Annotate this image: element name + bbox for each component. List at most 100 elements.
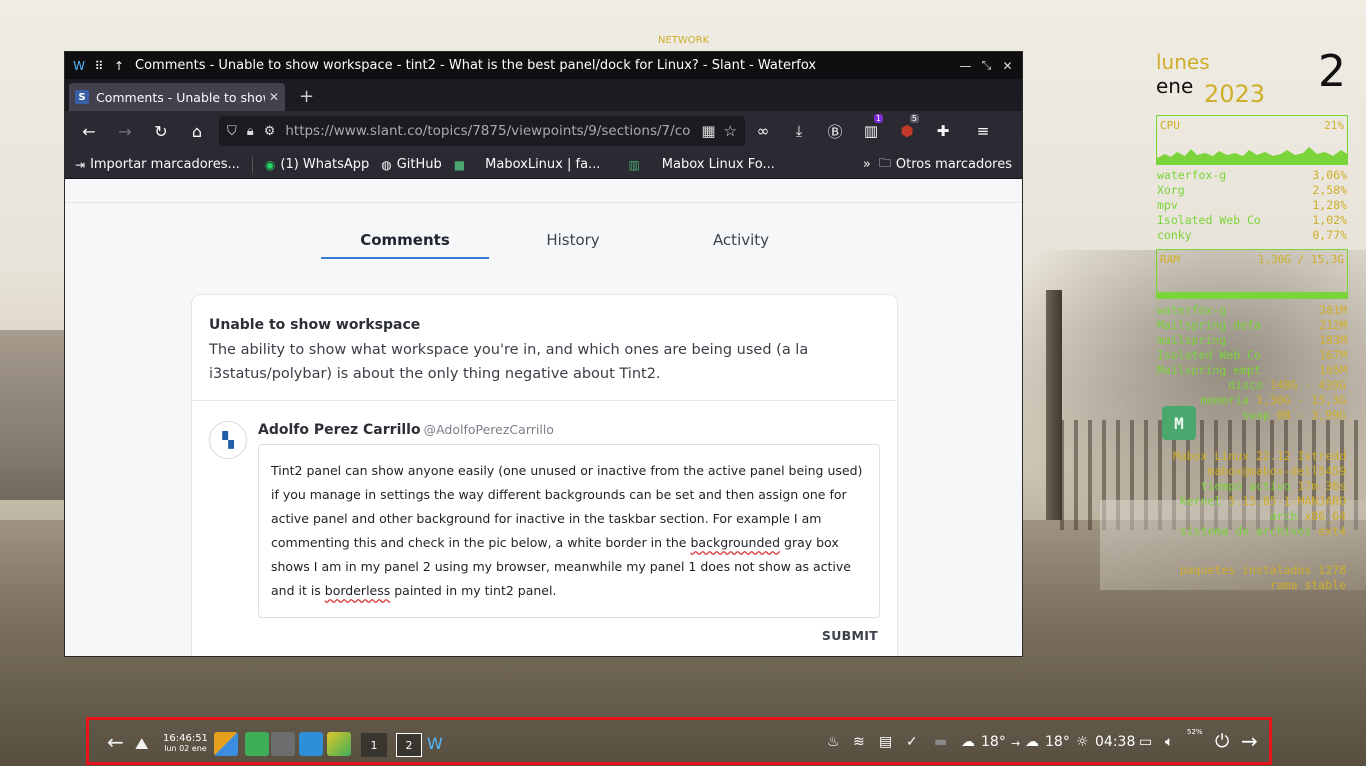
arrow-icon: →	[1011, 737, 1021, 750]
bookmark-whatsapp[interactable]: ◉ (1) WhatsApp	[265, 157, 369, 172]
volume-icon[interactable]: 🔈︎	[1165, 734, 1173, 750]
branch: rama stable	[1269, 578, 1346, 592]
back-icon[interactable]: ←	[71, 122, 107, 141]
bookmark-import[interactable]: ⇥ Importar marcadores...	[75, 157, 240, 172]
cpu-proc-row: waterfox-g 3,06%	[1157, 168, 1347, 182]
ram-graph: RAM 1,30G / 15,3G	[1156, 249, 1348, 299]
comment-card: Unable to show workspace The ability to …	[191, 294, 898, 656]
swap-usage: swap 0B - 3,99G	[1242, 408, 1346, 422]
display-icon[interactable]: ▬	[934, 734, 947, 750]
back-arrow-icon[interactable]: ←	[107, 730, 124, 754]
avatar[interactable]: ▚	[209, 421, 247, 459]
conky-date: 2	[1318, 46, 1346, 97]
bookmarks-overflow-icon[interactable]: »	[863, 157, 871, 172]
waterfox-task-icon[interactable]: W	[427, 734, 443, 753]
reload-icon[interactable]: ↻	[143, 122, 179, 141]
private-mask-icon[interactable]: ∞	[745, 122, 781, 140]
mabox-logo: M	[1162, 406, 1196, 440]
new-tab-icon[interactable]: +	[299, 86, 314, 107]
linux-tux-icon[interactable]: ⛰	[135, 734, 148, 754]
comment-handle[interactable]: @AdolfoPerezCarrillo	[424, 422, 554, 437]
comment-textarea[interactable]: Tint2 panel can show anyone easily (one …	[258, 444, 880, 618]
bookmark-separator	[251, 156, 253, 173]
whatsapp-icon: ◉	[264, 157, 276, 172]
host-name: mabox@mabox-dell5459	[1207, 464, 1346, 478]
github-icon: ◍	[381, 157, 392, 172]
comment-author[interactable]: Adolfo Perez Carrillo	[258, 422, 421, 438]
qr-code-icon[interactable]: ▦	[701, 122, 715, 140]
screenshot-launcher-icon[interactable]	[271, 732, 295, 756]
forward-icon[interactable]: →	[107, 122, 143, 141]
tab-comments[interactable]: Comments	[321, 231, 489, 259]
bookmark-star-icon[interactable]: ☆	[724, 122, 737, 140]
extensions-icon[interactable]: ✚	[925, 122, 961, 140]
mabox-forum-icon: ▥	[628, 157, 640, 172]
maximize-icon[interactable]: ⤡	[976, 58, 997, 73]
workspace-1[interactable]: 1	[361, 733, 387, 757]
terminal-launcher-icon[interactable]	[245, 732, 269, 756]
extension-b-icon[interactable]: Ⓑ	[817, 121, 853, 142]
clock[interactable]: 16:46:51 lun 02 ene	[163, 734, 208, 754]
import-icon: ⇥	[75, 157, 86, 172]
cpu-usage-graph	[1157, 147, 1347, 164]
permissions-icon[interactable]: ⚙	[264, 124, 276, 139]
extension-badge: 1	[873, 114, 883, 123]
slant-favicon: S	[75, 90, 89, 104]
uptime: tiempo activo 17m 36s	[1200, 479, 1346, 493]
memory-usage: memoria 1,30G - 15,3G	[1200, 393, 1346, 407]
minimize-icon[interactable]: —	[955, 59, 976, 73]
grid-menu-icon[interactable]: ⠿	[89, 59, 109, 73]
tab-history[interactable]: History	[489, 231, 657, 259]
printer-icon[interactable]: ▤	[879, 734, 892, 750]
window-titlebar[interactable]: W ⠿ ↑ Comments - Unable to show workspac…	[65, 52, 1022, 79]
shield-icon[interactable]: ⛉	[227, 124, 237, 139]
conky-month: ene	[1156, 74, 1194, 98]
downloads-icon[interactable]: ⤓	[781, 122, 817, 140]
ublock-icon[interactable]: ⬢ 5	[889, 114, 925, 140]
mem-proc-row: Mailspring defa 212M	[1157, 318, 1347, 332]
menu-icon[interactable]: ≡	[965, 122, 1001, 140]
bookmark-mabox-facebook[interactable]: ■ MaboxLinux | fa...	[454, 157, 601, 172]
network-label: NETWORK	[658, 35, 710, 46]
disk-usage: disco 148G - 439G	[1228, 378, 1346, 392]
card-description: The ability to show what workspace you'r…	[209, 342, 809, 382]
tab-close-icon[interactable]: ✕	[269, 90, 279, 104]
workspace-2[interactable]: 2	[396, 733, 422, 757]
close-icon[interactable]: ✕	[997, 59, 1018, 73]
lock-icon[interactable]: 🔒︎	[247, 124, 254, 139]
submit-button[interactable]: SUBMIT	[258, 628, 878, 643]
tab-activity[interactable]: Activity	[657, 231, 825, 259]
extension-meter-icon[interactable]: ▥ 1	[853, 114, 889, 140]
bookmark-other[interactable]: 🗀︎ Otros marcadores	[879, 154, 1012, 175]
app-menu-launcher-icon[interactable]	[214, 732, 238, 756]
cpu-proc-row: Xorg 2,58%	[1157, 183, 1347, 197]
card-title: Unable to show workspace	[209, 317, 421, 333]
power-icon[interactable]: ⏻	[1215, 731, 1229, 752]
flame-icon[interactable]: ♨	[827, 734, 840, 750]
url-bar[interactable]: ⛉ 🔒︎ ⚙ https://www.slant.co/topics/7875/…	[219, 116, 745, 146]
window-title: Comments - Unable to show workspace - ti…	[135, 58, 817, 73]
keep-above-icon[interactable]: ↑	[109, 59, 129, 73]
mem-proc-row: Isolated Web Co 167M	[1157, 348, 1347, 362]
waterfox-icon: W	[73, 58, 85, 73]
cloud-icon[interactable]: ☁	[961, 734, 975, 750]
folder-icon: 🗀︎	[878, 156, 891, 170]
home-icon[interactable]: ⌂	[179, 122, 215, 141]
tint2-panel: ← ⛰ 16:46:51 lun 02 ene 1 2 W ♨ ≋ ▤ ✓ ▬ …	[86, 717, 1272, 765]
mem-proc-row: waterfox-g 381M	[1157, 303, 1347, 317]
conky-year: 2023	[1204, 80, 1266, 108]
conky-day: lunes	[1156, 50, 1210, 74]
wifi-icon[interactable]: ≋	[853, 734, 865, 750]
bookmark-github[interactable]: ◍ GitHub	[381, 157, 442, 172]
browser-tab[interactable]: S Comments - Unable to show ✕	[69, 83, 285, 111]
browser-window: W ⠿ ↑ Comments - Unable to show workspac…	[64, 51, 1023, 657]
rstudio-launcher-icon[interactable]	[327, 732, 351, 756]
forward-arrow-icon[interactable]: →	[1241, 729, 1258, 753]
mem-proc-row: mailspring 183M	[1157, 333, 1347, 347]
telegram-launcher-icon[interactable]	[299, 732, 323, 756]
camera-icon[interactable]: ▭	[1139, 734, 1152, 750]
mabox-icon: ■	[453, 157, 466, 172]
check-circle-icon[interactable]: ✓	[906, 734, 918, 750]
sun-icon: ☼	[1076, 734, 1089, 750]
bookmark-mabox-forum[interactable]: ▥ Mabox Linux Fo...	[628, 157, 774, 172]
